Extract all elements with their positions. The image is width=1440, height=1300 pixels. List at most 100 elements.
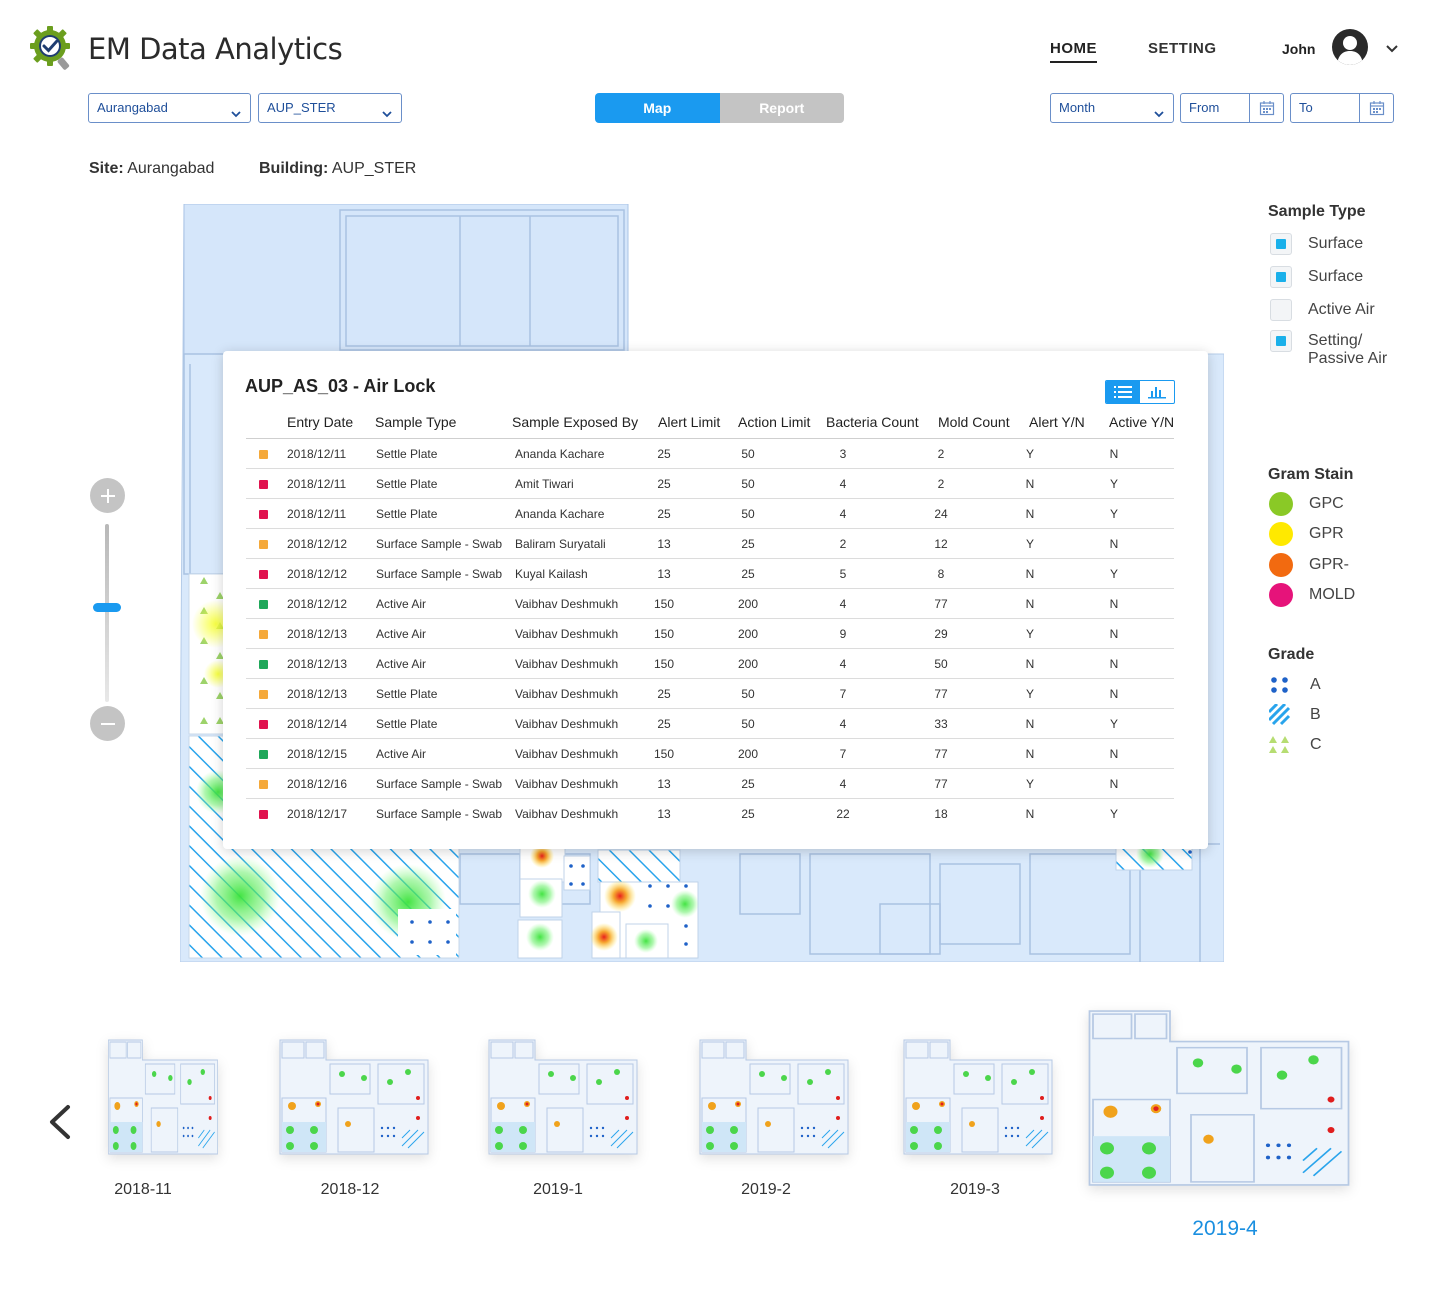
month-label[interactable]: 2019-4: [1165, 1217, 1285, 1241]
table-row[interactable]: 2018/12/11 Settle Plate Ananda Kachare 25 50…: [246, 499, 1174, 529]
cell-active-yn: N: [1109, 777, 1119, 791]
tab-report[interactable]: Report: [719, 93, 844, 123]
table-row[interactable]: 2018/12/16 Surface Sample - Swab Vaibhav D…: [246, 769, 1174, 799]
nav-home-link[interactable]: HOME: [1050, 40, 1097, 63]
status-indicator: [259, 480, 268, 489]
cell-bacteria-count: 22: [836, 807, 850, 821]
cell-bacteria-count: 7: [839, 747, 847, 761]
sample-type-label: Active Air: [1308, 301, 1375, 318]
month-label[interactable]: 2019-1: [498, 1181, 618, 1199]
legend-gram-stain-title: Gram Stain: [1268, 466, 1354, 483]
month-label[interactable]: 2018-11: [83, 1181, 203, 1199]
cell-mold-count: 2: [937, 447, 945, 461]
site-label: Site:: [89, 160, 124, 177]
col-sample-type[interactable]: Sample Type: [375, 409, 456, 435]
to-date-field[interactable]: To: [1290, 93, 1394, 123]
cell-alert-limit: 25: [657, 717, 671, 731]
zoom-out-button[interactable]: [90, 706, 125, 741]
month-label[interactable]: 2019-2: [706, 1181, 826, 1199]
table-row[interactable]: 2018/12/12 Surface Sample - Swab Baliram S…: [246, 529, 1174, 559]
zoom-slider-track[interactable]: [105, 524, 109, 702]
user-menu-chevron-icon[interactable]: [1384, 41, 1400, 57]
cell-active-yn: Y: [1109, 807, 1118, 821]
col-alert-limit[interactable]: Alert Limit: [658, 409, 720, 435]
user-name[interactable]: John: [1282, 41, 1315, 57]
month-thumbnail[interactable]: [698, 1038, 850, 1156]
chart-view-icon[interactable]: [1140, 381, 1174, 403]
table-row[interactable]: 2018/12/12 Surface Sample - Swab Kuyal Kai…: [246, 559, 1174, 589]
cell-sample-exposed-by: Vaibhav Deshmukh: [515, 627, 619, 641]
col-mold-count[interactable]: Mold Count: [938, 409, 1010, 435]
timeline-prev-arrow-icon[interactable]: [46, 1104, 74, 1140]
col-bacteria-count[interactable]: Bacteria Count: [826, 409, 919, 435]
cell-bacteria-count: 4: [839, 507, 847, 521]
building-select[interactable]: AUP_STER: [258, 93, 402, 123]
tab-map[interactable]: Map: [595, 93, 720, 123]
col-alert-yn[interactable]: Alert Y/N: [1029, 409, 1085, 435]
table-row[interactable]: 2018/12/17 Surface Sample - Swab Vaibhav D…: [246, 799, 1174, 829]
month-thumbnail[interactable]: [107, 1038, 219, 1156]
cell-action-limit: 200: [737, 747, 759, 761]
cell-bacteria-count: 3: [839, 447, 847, 461]
from-date-field[interactable]: From: [1180, 93, 1284, 123]
site-select[interactable]: Aurangabad: [88, 93, 251, 123]
cell-sample-exposed-by: Vaibhav Deshmukh: [515, 657, 619, 671]
col-entry-date[interactable]: Entry Date: [287, 409, 353, 435]
month-thumbnail[interactable]: [278, 1038, 430, 1156]
col-sample-exposed-by[interactable]: Sample Exposed By: [512, 409, 638, 435]
calendar-icon[interactable]: [1359, 94, 1393, 122]
cell-bacteria-count: 2: [839, 537, 847, 551]
triangles-icon: [1269, 735, 1291, 760]
avatar-icon[interactable]: [1332, 29, 1368, 65]
status-indicator: [259, 510, 268, 519]
sample-type-checkbox[interactable]: [1270, 330, 1292, 352]
col-active-yn[interactable]: Active Y/N: [1109, 409, 1174, 435]
app-title: EM Data Analytics: [88, 32, 343, 66]
month-thumbnail[interactable]: [1086, 1008, 1352, 1188]
status-indicator: [259, 780, 268, 789]
zoom-slider-handle[interactable]: [93, 603, 121, 612]
legend-grade-label: C: [1310, 736, 1322, 753]
month-thumbnail[interactable]: [902, 1038, 1054, 1156]
table-row[interactable]: 2018/12/12 Active Air Vaibhav Deshmukh 150 2…: [246, 589, 1174, 619]
month-label[interactable]: 2019-3: [915, 1181, 1035, 1199]
month-thumbnail[interactable]: [487, 1038, 639, 1156]
table-row[interactable]: 2018/12/15 Active Air Vaibhav Deshmukh 150 2…: [246, 739, 1174, 769]
table-row[interactable]: 2018/12/13 Active Air Vaibhav Deshmukh 150 2…: [246, 649, 1174, 679]
cell-active-yn: Y: [1109, 567, 1118, 581]
cell-sample-type: Settle Plate: [376, 447, 438, 461]
zoom-in-button[interactable]: [90, 478, 125, 513]
sample-type-label: Surface: [1308, 268, 1364, 285]
calendar-icon[interactable]: [1249, 94, 1283, 122]
nav-setting-link[interactable]: SETTING: [1148, 40, 1217, 57]
sample-type-checkbox[interactable]: [1270, 233, 1292, 255]
gram-stain-label: GPR-: [1309, 556, 1349, 573]
period-select[interactable]: Month: [1050, 93, 1174, 123]
sample-type-checkbox[interactable]: [1270, 266, 1292, 288]
table-row[interactable]: 2018/12/13 Active Air Vaibhav Deshmukh 150 2…: [246, 619, 1174, 649]
cell-sample-type: Settle Plate: [376, 717, 438, 731]
table-row[interactable]: 2018/12/13 Settle Plate Vaibhav Deshmukh 25…: [246, 679, 1174, 709]
cell-active-yn: N: [1109, 537, 1119, 551]
cell-alert-limit: 13: [657, 537, 671, 551]
cell-alert-yn: N: [1025, 597, 1035, 611]
cell-mold-count: 18: [934, 807, 948, 821]
col-action-limit[interactable]: Action Limit: [738, 409, 810, 435]
sample-type-checkbox[interactable]: [1270, 299, 1292, 321]
cell-sample-type: Surface Sample - Swab: [376, 807, 503, 821]
list-view-icon[interactable]: [1106, 381, 1140, 403]
month-label[interactable]: 2018-12: [290, 1181, 410, 1199]
cell-alert-yn: N: [1025, 477, 1035, 491]
cell-alert-limit: 150: [653, 597, 675, 611]
cell-active-yn: N: [1109, 657, 1119, 671]
gram-stain-label: MOLD: [1309, 586, 1356, 603]
chevron-down-icon: [230, 102, 242, 118]
table-row[interactable]: 2018/12/14 Settle Plate Vaibhav Deshmukh 25…: [246, 709, 1174, 739]
table-row[interactable]: 2018/12/11 Settle Plate Ananda Kachare 25 50…: [246, 439, 1174, 469]
cell-alert-limit: 13: [657, 777, 671, 791]
building-label: Building:: [259, 160, 329, 177]
status-indicator: [259, 660, 268, 669]
checkbox-check-icon: [1276, 239, 1286, 249]
table-row[interactable]: 2018/12/11 Settle Plate Amit Tiwari 25 50 4 2 N…: [246, 469, 1174, 499]
cell-bacteria-count: 4: [839, 657, 847, 671]
